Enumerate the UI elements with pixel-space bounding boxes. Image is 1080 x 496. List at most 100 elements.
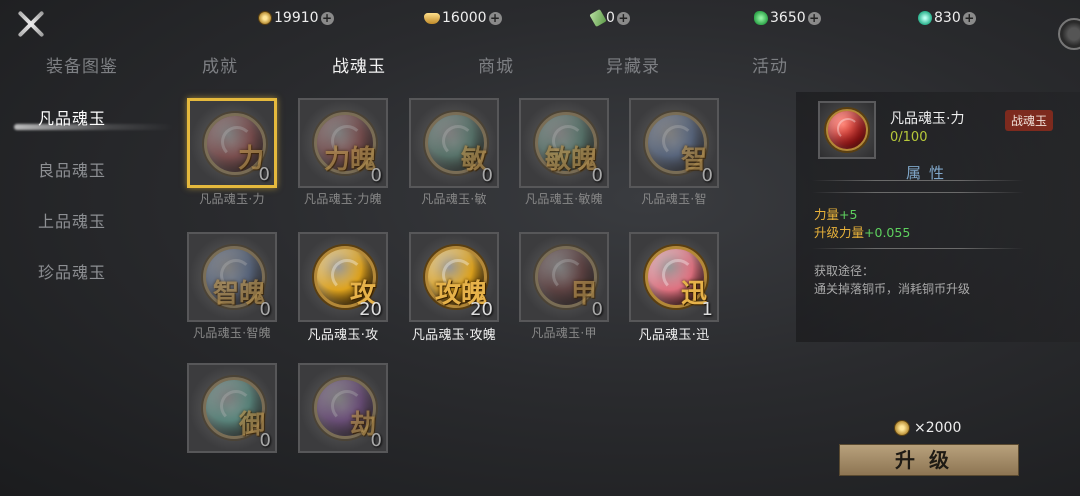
currency-jade: 3650 + xyxy=(754,10,821,26)
copper-coin-icon xyxy=(258,11,272,25)
detail-item-name: 凡品魂玉·力 xyxy=(890,111,965,127)
side-menu-knob-icon[interactable] xyxy=(1058,18,1080,50)
item-frame: 劫0 xyxy=(298,363,388,453)
item-name: 凡品魂玉·迅 xyxy=(638,328,710,343)
item-frame: 迅1 xyxy=(629,232,719,322)
ticket-icon xyxy=(589,8,607,28)
add-icon[interactable]: + xyxy=(488,11,502,25)
divider xyxy=(812,248,1024,249)
item-glyph: 智魄 xyxy=(212,279,265,309)
gem-icon xyxy=(918,11,932,25)
currency-gem: 830 + xyxy=(918,10,976,26)
item-count: 20 xyxy=(470,299,493,320)
currency-value: 19910 xyxy=(274,10,319,26)
item-slot[interactable]: 攻 20 凡品魂玉·攻 xyxy=(298,232,388,343)
stat-upgrade-strength: 升级力量+0.055 xyxy=(814,222,910,241)
item-count: 1 xyxy=(701,299,713,320)
stat-value: +0.055 xyxy=(864,225,911,240)
add-icon[interactable]: + xyxy=(807,11,821,25)
attributes-heading: 属性 xyxy=(906,164,953,182)
item-glyph: 敏魄 xyxy=(544,145,597,175)
tab-treasure-record[interactable]: 异藏录 xyxy=(606,52,660,77)
item-name: 凡品魂玉·甲 xyxy=(531,326,597,340)
item-name: 凡品魂玉·力魄 xyxy=(304,192,382,206)
source-title: 获取途径： xyxy=(814,264,875,278)
item-count: 0 xyxy=(370,165,382,186)
jade-icon xyxy=(754,11,768,25)
detail-progress: 0/100 xyxy=(890,130,928,145)
category-rare[interactable]: 珍品魂玉 xyxy=(38,259,106,283)
item-frame: 敏魄 0 xyxy=(519,98,609,188)
item-frame: 甲0 xyxy=(519,232,609,322)
detail-type-badge: 战魂玉 xyxy=(1005,110,1054,131)
upgrade-cost-value: ×2000 xyxy=(914,420,962,436)
item-glyph: 力魄 xyxy=(323,145,376,175)
item-slot[interactable]: 智 0 凡品魂玉·智 xyxy=(629,98,719,206)
gold-ingot-icon xyxy=(424,12,440,24)
item-frame: 智魄 0 xyxy=(187,232,277,322)
item-slot[interactable]: 力 0 凡品魂玉·力 xyxy=(187,98,277,206)
add-icon[interactable]: + xyxy=(962,11,976,25)
add-icon[interactable]: + xyxy=(616,11,630,25)
item-slot[interactable]: 甲 0 凡品魂玉·甲 xyxy=(519,232,609,340)
currency-ingot: 16000 + xyxy=(424,10,502,26)
category-common[interactable]: 凡品魂玉 xyxy=(38,105,106,129)
item-count: 0 xyxy=(481,165,493,186)
stat-key: 力量 xyxy=(814,207,840,222)
item-name: 凡品魂玉·攻魄 xyxy=(411,328,497,343)
item-slot[interactable]: 迅 1 凡品魂玉·迅 xyxy=(629,232,719,343)
close-icon[interactable] xyxy=(12,6,48,42)
tab-shop[interactable]: 商城 xyxy=(478,52,514,77)
item-name: 凡品魂玉·攻 xyxy=(307,328,379,343)
item-name: 凡品魂玉·敏魄 xyxy=(525,192,603,206)
add-icon[interactable]: + xyxy=(320,11,334,25)
item-count: 0 xyxy=(259,430,271,451)
top-tabs: 装备图鉴 成就 战魂玉 商城 异藏录 活动 xyxy=(0,52,800,78)
item-frame: 力0 xyxy=(187,98,277,188)
item-frame: 攻 20 xyxy=(298,232,388,322)
copper-coin-icon xyxy=(894,420,910,436)
currency-value: 830 xyxy=(934,10,961,26)
currency-value: 16000 xyxy=(442,10,487,26)
currency-ticket: 0 + xyxy=(589,8,630,28)
item-name: 凡品魂玉·力 xyxy=(199,192,265,206)
item-name: 凡品魂玉·智 xyxy=(641,192,707,206)
item-slot[interactable]: 御0 xyxy=(187,363,277,471)
upgrade-button[interactable]: 升级 xyxy=(839,444,1019,476)
upgrade-cost: ×2000 xyxy=(894,420,961,436)
item-slot[interactable]: 攻魄 20 凡品魂玉·攻魄 xyxy=(409,232,499,343)
currency-copper: 19910 + xyxy=(258,10,334,26)
detail-item-icon xyxy=(818,101,876,159)
currency-value: 0 xyxy=(606,10,615,26)
item-slot[interactable]: 智魄 0 凡品魂玉·智魄 xyxy=(187,232,277,340)
item-slot[interactable]: 劫0 xyxy=(298,363,388,471)
item-frame: 力魄 0 xyxy=(298,98,388,188)
category-good[interactable]: 良品魂玉 xyxy=(38,157,106,181)
item-frame: 攻魄 20 xyxy=(409,232,499,322)
item-frame: 御0 xyxy=(187,363,277,453)
tab-events[interactable]: 活动 xyxy=(752,52,788,77)
item-name: 凡品魂玉·敏 xyxy=(421,192,487,206)
currency-value: 3650 xyxy=(770,10,806,26)
item-count: 0 xyxy=(259,299,271,320)
item-count: 0 xyxy=(370,430,382,451)
divider xyxy=(812,192,1024,193)
stat-value: +5 xyxy=(839,207,858,222)
category-superior[interactable]: 上品魂玉 xyxy=(38,208,106,232)
item-count: 0 xyxy=(591,299,603,320)
item-slot[interactable]: 敏魄 0 凡品魂玉·敏魄 xyxy=(519,98,609,206)
item-count: 0 xyxy=(701,165,713,186)
item-count: 0 xyxy=(258,164,270,185)
tab-achievements[interactable]: 成就 xyxy=(202,52,238,77)
item-slot[interactable]: 敏 0 凡品魂玉·敏 xyxy=(409,98,499,206)
item-frame: 敏0 xyxy=(409,98,499,188)
item-slot[interactable]: 力魄 0 凡品魂玉·力魄 xyxy=(298,98,388,206)
item-name: 凡品魂玉·智魄 xyxy=(193,326,271,340)
stat-strength: 力量+5 xyxy=(814,204,857,223)
tab-soul-jade[interactable]: 战魂玉 xyxy=(332,52,386,77)
item-frame: 智0 xyxy=(629,98,719,188)
item-count: 20 xyxy=(359,299,382,320)
tab-equipment-codex[interactable]: 装备图鉴 xyxy=(46,52,118,77)
source-text: 通关掉落铜币，消耗铜币升级 xyxy=(814,282,971,296)
stat-key: 升级力量 xyxy=(814,225,865,240)
